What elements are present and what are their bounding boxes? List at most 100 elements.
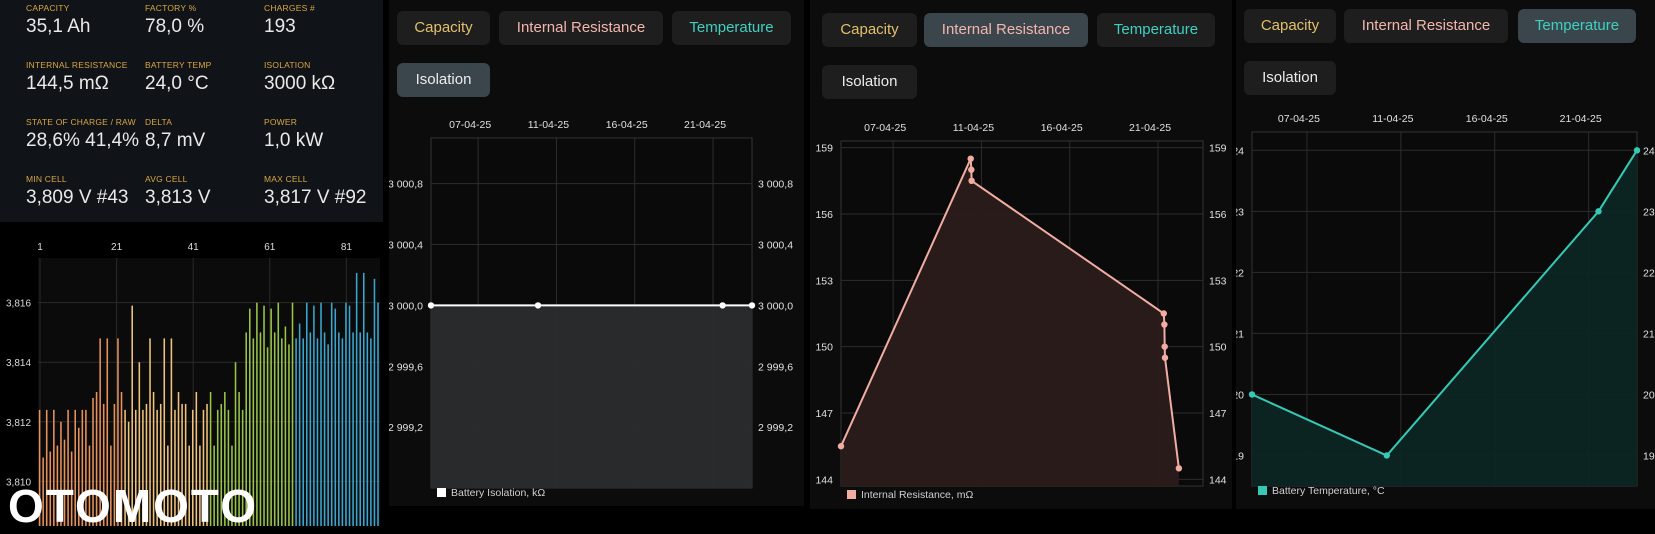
cell-bar xyxy=(355,272,358,526)
cell-bar xyxy=(323,332,326,526)
y-tick-label-left: 147 xyxy=(815,408,833,420)
tab-internal-resistance[interactable]: Internal Resistance xyxy=(1344,9,1508,43)
stats-grid: CAPACITY 35,1 Ah FACTORY % 78,0 % CHARGES # 1… xyxy=(0,0,383,222)
cell-bar xyxy=(273,332,276,526)
x-tick-label: 16-04-25 xyxy=(1466,113,1508,125)
cell-bar xyxy=(284,326,287,526)
tab-capacity[interactable]: Capacity xyxy=(1244,9,1336,43)
y-tick-label-left: 20 xyxy=(1236,389,1244,401)
legend-label: Battery Temperature, °C xyxy=(1272,485,1385,497)
cell-bar xyxy=(266,347,269,526)
data-point xyxy=(1160,310,1167,317)
stat-max-cell: MAX CELL 3,817 V #92 xyxy=(264,174,366,209)
data-point xyxy=(1633,147,1641,154)
x-tick-label: 07-04-25 xyxy=(1278,113,1320,125)
data-point xyxy=(427,302,435,309)
stat-capacity: CAPACITY 35,1 Ah xyxy=(26,3,90,38)
stat-value: 144,5 mΩ xyxy=(26,73,109,94)
x-tick-label: 11-04-25 xyxy=(953,122,994,134)
tab-temperature[interactable]: Temperature xyxy=(1518,9,1636,43)
internal-resistance-chart-panel: Capacity Internal Resistance Temperature Is… xyxy=(810,0,1232,509)
cell-x-tick: 1 xyxy=(37,242,43,253)
stat-delta: DELTA 8,7 mV xyxy=(145,117,205,152)
tab-temperature[interactable]: Temperature xyxy=(1097,13,1215,47)
cell-bar xyxy=(362,272,365,526)
cell-bar xyxy=(370,338,372,526)
tab-capacity[interactable]: Capacity xyxy=(822,13,917,47)
y-tick-label-left: 21 xyxy=(1236,328,1244,340)
data-point xyxy=(1248,391,1256,398)
data-point xyxy=(968,166,975,173)
y-tick-label-right: 3 000,8 xyxy=(758,179,793,191)
tab-isolation[interactable]: Isolation xyxy=(822,65,917,99)
tab-isolation[interactable]: Isolation xyxy=(397,63,490,97)
legend-swatch xyxy=(847,490,856,499)
temperature-chart-panel: Capacity Internal Resistance Temperature Is… xyxy=(1236,0,1655,509)
stat-value: 193 xyxy=(264,16,296,37)
y-tick-label-left: 3 000,8 xyxy=(389,179,423,191)
isolation-chart-panel: Capacity Internal Resistance Temperature Is… xyxy=(389,0,804,506)
stat-label: INTERNAL RESISTANCE xyxy=(26,60,128,70)
y-tick-label-right: 3 000,4 xyxy=(758,240,793,252)
y-tick-label-right: 147 xyxy=(1209,408,1227,420)
data-point xyxy=(1595,208,1602,215)
cell-y-tick: 3,812 xyxy=(6,418,31,429)
y-tick-label-left: 19 xyxy=(1236,450,1244,462)
cell-bar xyxy=(316,338,319,526)
tab-capacity[interactable]: Capacity xyxy=(397,11,490,45)
cell-bar xyxy=(263,305,265,526)
cell-x-tick: 41 xyxy=(188,242,200,253)
y-tick-label-right: 159 xyxy=(1209,143,1227,155)
cell-bar xyxy=(345,302,347,526)
cell-bar xyxy=(313,305,315,526)
data-point xyxy=(1175,465,1183,472)
stat-power: POWER 1,0 kW xyxy=(264,117,323,152)
stat-value: 1,0 kW xyxy=(264,130,324,151)
y-tick-label-left: 150 xyxy=(815,342,833,354)
y-tick-label-right: 24 xyxy=(1643,145,1655,157)
data-point xyxy=(1383,452,1390,459)
cell-y-tick: 3,814 xyxy=(6,358,31,369)
y-tick-label-left: 3 000,4 xyxy=(389,240,423,252)
stat-factory: FACTORY % 78,0 % xyxy=(145,3,204,38)
tab-internal-resistance[interactable]: Internal Resistance xyxy=(499,11,663,45)
tab-internal-resistance[interactable]: Internal Resistance xyxy=(924,13,1088,47)
y-tick-label-right: 21 xyxy=(1643,328,1655,340)
cell-bar xyxy=(302,338,304,526)
stat-value: 78,0 % xyxy=(145,16,205,37)
data-point xyxy=(719,302,726,309)
y-tick-label-right: 150 xyxy=(1209,342,1227,354)
tab-isolation[interactable]: Isolation xyxy=(1244,61,1336,95)
cell-bar xyxy=(359,332,361,526)
y-tick-label-left: 156 xyxy=(815,209,833,221)
cell-bar xyxy=(338,332,340,526)
cell-bar xyxy=(295,338,297,526)
x-tick-label: 21-04-25 xyxy=(1129,122,1171,134)
series-area xyxy=(431,305,752,488)
line-chart: 07-04-25 11-04-25 16-04-25 21-04-25 24 24 23 23… xyxy=(1236,113,1655,497)
x-tick-label: 21-04-25 xyxy=(684,119,726,131)
data-point xyxy=(967,155,974,162)
y-tick-label-right: 20 xyxy=(1643,389,1655,401)
y-tick-label-right: 2 999,2 xyxy=(758,422,793,434)
x-tick-label: 11-04-25 xyxy=(528,119,569,131)
stat-label: ISOLATION xyxy=(264,60,311,70)
stat-value: 3,809 V #43 xyxy=(26,187,129,208)
stat-value: 3,817 V #92 xyxy=(264,187,367,208)
x-tick-label: 16-04-25 xyxy=(606,119,648,131)
cell-bar xyxy=(277,302,280,526)
stat-value: 3000 kΩ xyxy=(264,73,336,94)
cell-bar xyxy=(330,302,333,526)
legend-label: Battery Isolation, kΩ xyxy=(451,487,545,499)
cell-bar xyxy=(341,338,344,526)
cell-bar xyxy=(288,344,290,526)
y-tick-label-left: 153 xyxy=(815,275,833,287)
cell-bar xyxy=(348,305,351,526)
cell-x-tick: 21 xyxy=(111,242,123,253)
y-tick-label-left: 2 999,6 xyxy=(389,361,423,373)
cell-bar xyxy=(327,344,329,526)
stat-value: 3,813 V xyxy=(145,187,211,208)
cell-x-tick: 61 xyxy=(264,242,276,253)
tab-temperature[interactable]: Temperature xyxy=(672,11,791,45)
cell-bar xyxy=(334,308,337,526)
